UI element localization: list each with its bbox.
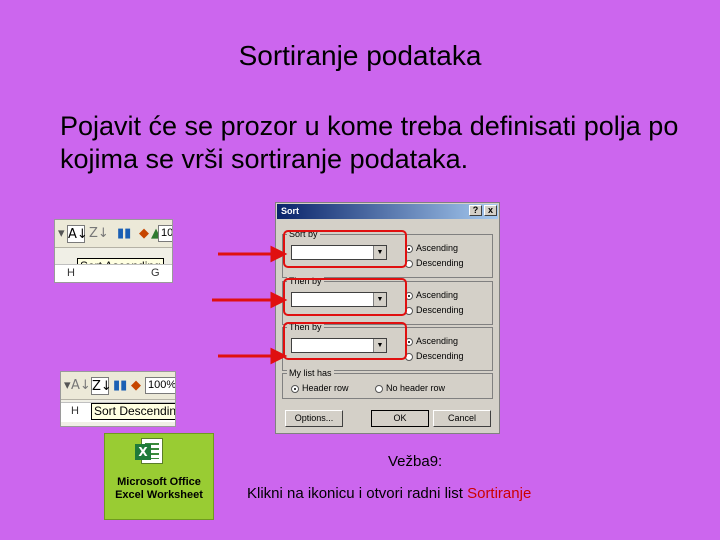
highlight-arrows — [212, 245, 288, 365]
sheet-name-highlight: Sortiranje — [467, 485, 532, 502]
exercise-instruction: Klikni na ikonicu i otvori radni list So… — [247, 485, 531, 502]
arrow-head-icon — [270, 245, 288, 263]
exercise-heading: Vežba9: — [388, 453, 443, 470]
instruction-text: Klikni na ikonicu i otvori radni list — [247, 485, 468, 502]
arrow-head-icon — [270, 291, 288, 309]
arrow-head-icon — [270, 347, 288, 365]
